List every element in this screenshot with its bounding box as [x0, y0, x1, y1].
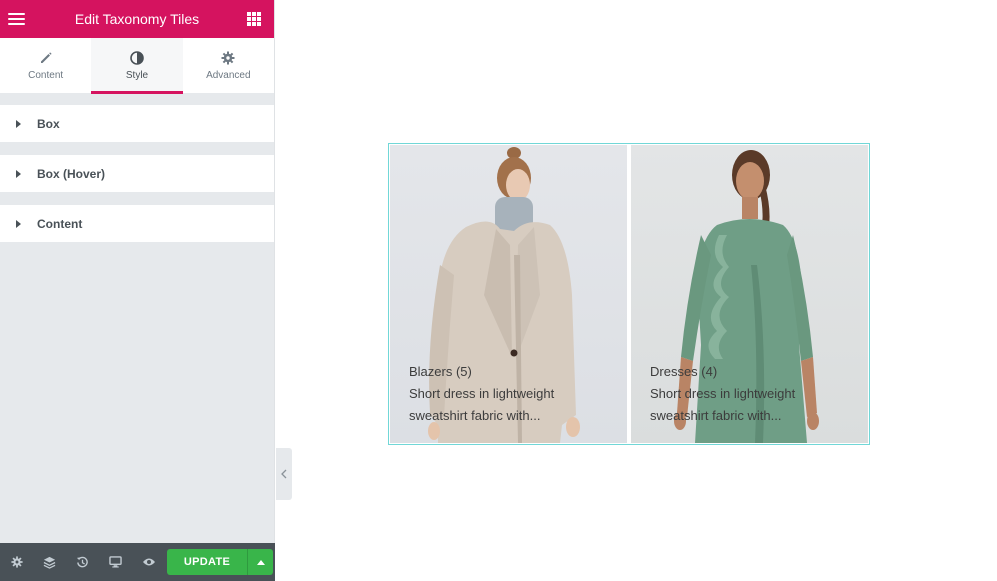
taxonomy-tile-blazers[interactable]: Blazers (5) Short dress in lightweight s…	[390, 145, 627, 443]
caret-up-icon	[256, 559, 265, 565]
editor-app: Edit Taxonomy Tiles Content Style Advanc…	[0, 0, 997, 581]
update-button[interactable]: UPDATE	[167, 549, 247, 575]
chevron-left-icon	[281, 469, 287, 479]
panel-footer: UPDATE	[0, 543, 275, 581]
tab-style[interactable]: Style	[91, 38, 183, 94]
panel-header: Edit Taxonomy Tiles	[0, 0, 274, 38]
contrast-icon	[130, 50, 144, 66]
tile-description: Short dress in lightweight sweatshirt fa…	[409, 386, 555, 423]
caret-right-icon	[16, 119, 21, 128]
taxonomy-tile-dresses[interactable]: Dresses (4) Short dress in lightweight s…	[631, 145, 868, 443]
tile-caption: Dresses (4) Short dress in lightweight s…	[650, 361, 825, 427]
caret-right-icon	[16, 219, 21, 228]
pencil-icon	[39, 50, 53, 66]
panel-title: Edit Taxonomy Tiles	[74, 11, 200, 27]
section-label: Content	[37, 216, 83, 231]
caret-right-icon	[16, 169, 21, 178]
section-box[interactable]: Box	[0, 104, 274, 142]
section-box-hover[interactable]: Box (Hover)	[0, 154, 274, 192]
tile-title: Dresses (4)	[650, 364, 718, 379]
taxonomy-tiles-widget[interactable]: Blazers (5) Short dress in lightweight s…	[388, 143, 870, 445]
tab-advanced-label: Advanced	[206, 70, 251, 81]
hamburger-icon[interactable]	[8, 10, 26, 28]
layers-icon[interactable]	[33, 543, 66, 581]
tile-caption: Blazers (5) Short dress in lightweight s…	[409, 361, 584, 427]
preview-eye-icon[interactable]	[132, 543, 165, 581]
tab-advanced[interactable]: Advanced	[183, 38, 274, 93]
tab-style-label: Style	[125, 70, 149, 81]
section-label: Box (Hover)	[37, 166, 106, 181]
section-label: Box	[37, 116, 60, 131]
tile-description: Short dress in lightweight sweatshirt fa…	[650, 386, 796, 423]
settings-icon[interactable]	[0, 543, 33, 581]
editor-panel: Edit Taxonomy Tiles Content Style Advanc…	[0, 0, 275, 581]
tab-content-label: Content	[28, 70, 64, 81]
grid-icon[interactable]	[247, 12, 261, 26]
history-icon[interactable]	[66, 543, 99, 581]
tab-content[interactable]: Content	[0, 38, 91, 93]
update-options-button[interactable]	[247, 549, 273, 575]
panel-tabs: Content Style Advanced	[0, 38, 274, 94]
responsive-icon[interactable]	[99, 543, 132, 581]
section-content[interactable]: Content	[0, 204, 274, 242]
gear-icon	[221, 50, 235, 66]
collapse-panel-button[interactable]	[276, 448, 292, 500]
style-sections: Box Box (Hover) Content	[0, 104, 274, 242]
tile-title: Blazers (5)	[409, 364, 472, 379]
